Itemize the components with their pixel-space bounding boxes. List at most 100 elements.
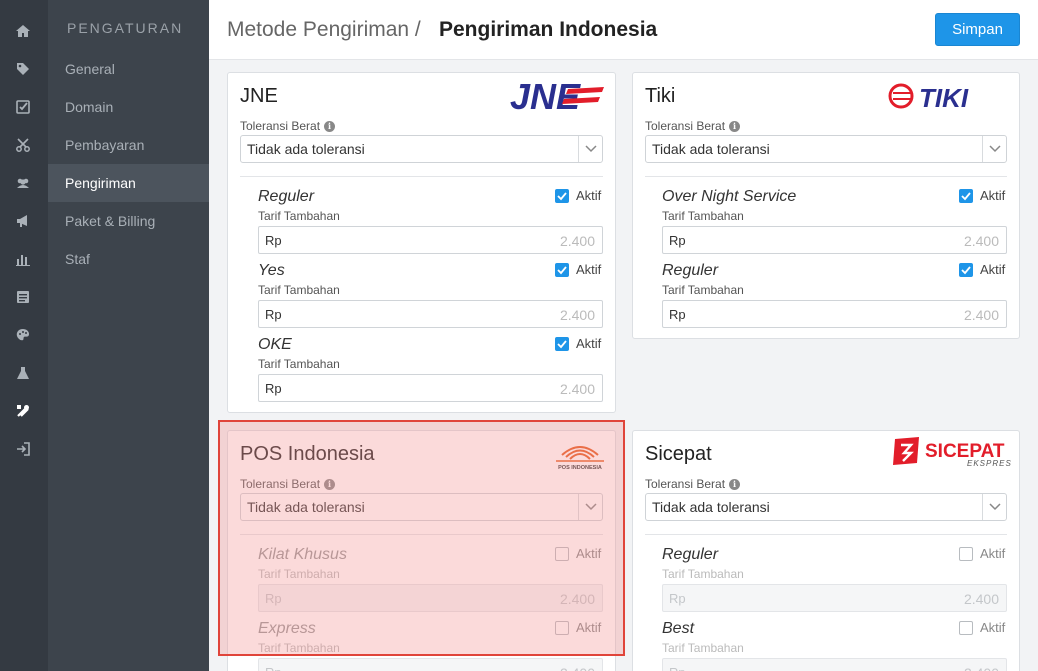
checkbox-icon[interactable] [14, 98, 32, 116]
sicepat-logo: SICEPAT EKSPRES [893, 437, 1011, 468]
icon-rail [0, 0, 48, 671]
aktif-checkbox[interactable] [959, 189, 973, 203]
tolerance-label: Toleransi Berat i [240, 477, 336, 491]
info-icon[interactable]: i [729, 478, 741, 490]
tolerance-select[interactable]: Tidak ada toleransi [645, 135, 1007, 163]
chevron-down-icon [982, 494, 1006, 520]
home-icon[interactable] [14, 22, 32, 40]
svg-text:POS INDONESIA: POS INDONESIA [558, 465, 602, 471]
sidebar-item-staf[interactable]: Staf [48, 240, 209, 278]
tools-icon[interactable] [14, 402, 32, 420]
tarif-label: Tarif Tambahan [662, 283, 744, 297]
tarif-input[interactable]: Rp2.400 [662, 658, 1007, 671]
aktif-label: Aktif [980, 620, 1006, 635]
pos-indonesia-logo: POS INDONESIA [556, 446, 604, 471]
tarif-label: Tarif Tambahan [258, 567, 340, 581]
aktif-checkbox[interactable] [555, 263, 569, 277]
tarif-input[interactable]: Rp2.400 [258, 374, 603, 402]
aktif-label: Aktif [980, 188, 1006, 203]
tarif-label: Tarif Tambahan [258, 283, 340, 297]
tolerance-label: Toleransi Berat i [645, 477, 741, 491]
info-icon[interactable]: i [324, 478, 336, 490]
svg-text:EKSPRES: EKSPRES [967, 459, 1011, 468]
info-icon[interactable]: i [729, 120, 741, 132]
divider [240, 176, 603, 177]
courier-card-sicepat: Sicepat SICEPAT EKSPRES Toleransi Berat … [632, 430, 1020, 671]
aktif-checkbox[interactable] [555, 189, 569, 203]
courier-title: Tiki [645, 85, 676, 107]
courier-card-jne: JNE JNE Toleransi Berat i Tidak ada tole… [227, 72, 616, 413]
aktif-label: Aktif [576, 620, 602, 635]
service-name: OKE [258, 336, 292, 353]
megaphone-icon[interactable] [14, 212, 32, 230]
flask-icon[interactable] [14, 364, 32, 382]
tarif-label: Tarif Tambahan [258, 641, 340, 655]
save-button[interactable]: Simpan [935, 13, 1020, 46]
tarif-input[interactable]: Rp2.400 [662, 300, 1007, 328]
tarif-input[interactable]: Rp2.400 [258, 226, 603, 254]
tolerance-label: Toleransi Berat i [240, 119, 336, 133]
chevron-down-icon [578, 136, 602, 162]
sign-in-icon[interactable] [14, 440, 32, 458]
service-name: Reguler [258, 188, 315, 205]
tolerance-select[interactable]: Tidak ada toleransi [645, 493, 1007, 521]
tolerance-label: Toleransi Berat i [645, 119, 741, 133]
tolerance-select[interactable]: Tidak ada toleransi [240, 493, 603, 521]
courier-title: JNE [240, 85, 278, 107]
service-name: Yes [258, 262, 285, 279]
service-name: Best [662, 620, 695, 637]
aktif-checkbox[interactable] [555, 621, 569, 635]
courier-title: Sicepat [645, 443, 712, 465]
aktif-label: Aktif [576, 188, 602, 203]
tiki-logo: TIKI [888, 83, 969, 111]
courier-card-tiki: Tiki TIKI Toleransi Berat i Tidak ada to… [632, 72, 1020, 339]
aktif-checkbox[interactable] [959, 621, 973, 635]
aktif-label: Aktif [980, 546, 1006, 561]
tarif-input[interactable]: Rp2.400 [662, 226, 1007, 254]
tolerance-select[interactable]: Tidak ada toleransi [240, 135, 603, 163]
divider [645, 176, 1007, 177]
aktif-checkbox[interactable] [555, 547, 569, 561]
aktif-label: Aktif [576, 262, 602, 277]
tarif-label: Tarif Tambahan [662, 209, 744, 223]
jne-logo: JNE [510, 79, 604, 113]
aktif-checkbox[interactable] [959, 547, 973, 561]
divider [240, 534, 603, 535]
users-icon[interactable] [14, 174, 32, 192]
service-name: Over Night Service [662, 188, 797, 205]
sidebar-item-paket-billing[interactable]: Paket & Billing [48, 202, 209, 240]
breadcrumb-parent[interactable]: Metode Pengiriman / [227, 18, 421, 42]
page-header: Metode Pengiriman / Pengiriman Indonesia… [209, 0, 1038, 60]
courier-title: POS Indonesia [240, 443, 375, 465]
tarif-input[interactable]: Rp2.400 [258, 300, 603, 328]
sidebar-item-general[interactable]: General [48, 50, 209, 88]
scissors-icon[interactable] [14, 136, 32, 154]
courier-card-pos: POS Indonesia POS INDONESIA Toleransi Be… [227, 430, 616, 671]
tag-icon[interactable] [14, 60, 32, 78]
tarif-input[interactable]: Rp2.400 [258, 584, 603, 612]
sidebar-item-pengiriman[interactable]: Pengiriman [48, 164, 209, 202]
info-icon[interactable]: i [324, 120, 336, 132]
svg-text:TIKI: TIKI [919, 83, 969, 111]
aktif-label: Aktif [576, 546, 602, 561]
divider [645, 534, 1007, 535]
tarif-input[interactable]: Rp2.400 [258, 658, 603, 671]
service-name: Express [258, 620, 316, 637]
tarif-label: Tarif Tambahan [662, 567, 744, 581]
bar-chart-icon[interactable] [14, 250, 32, 268]
sidebar-heading: PENGATURAN [67, 20, 184, 36]
aktif-checkbox[interactable] [959, 263, 973, 277]
tarif-input[interactable]: Rp2.400 [662, 584, 1007, 612]
sidebar-item-pembayaran[interactable]: Pembayaran [48, 126, 209, 164]
palette-icon[interactable] [14, 326, 32, 344]
service-name: Reguler [662, 546, 719, 563]
tarif-label: Tarif Tambahan [258, 357, 340, 371]
service-name: Reguler [662, 262, 719, 279]
svg-text:JNE: JNE [510, 79, 581, 113]
aktif-checkbox[interactable] [555, 337, 569, 351]
tarif-label: Tarif Tambahan [662, 641, 744, 655]
list-icon[interactable] [14, 288, 32, 306]
settings-sidebar: PENGATURAN General Domain Pembayaran Pen… [48, 0, 209, 671]
aktif-label: Aktif [980, 262, 1006, 277]
sidebar-item-domain[interactable]: Domain [48, 88, 209, 126]
